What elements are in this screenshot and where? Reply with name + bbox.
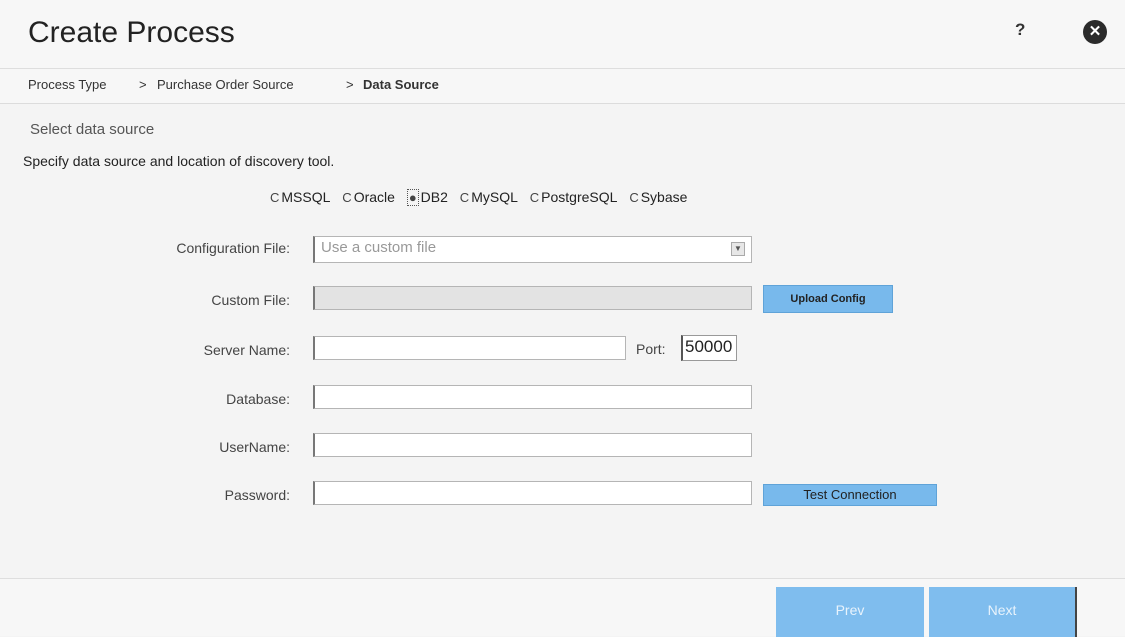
radio-label: MySQL — [471, 189, 518, 205]
radio-label: MSSQL — [281, 189, 331, 205]
breadcrumb-item-purchase-order-source[interactable]: Purchase Order Source — [157, 77, 294, 92]
username-label: UserName: — [219, 439, 290, 455]
radio-label: PostgreSQL — [541, 189, 618, 205]
port-input[interactable]: 50000 — [681, 335, 737, 361]
radio-circle-icon: C — [342, 190, 352, 205]
prev-button[interactable]: Prev — [776, 587, 924, 637]
password-input[interactable] — [313, 481, 752, 505]
port-label: Port: — [636, 341, 666, 357]
close-icon[interactable]: ✕ — [1083, 20, 1107, 44]
radio-db2[interactable]: ● DB2 — [406, 189, 448, 206]
config-file-select[interactable]: Use a custom file ▼ — [313, 236, 752, 263]
next-button[interactable]: Next — [929, 587, 1077, 637]
radio-circle-icon: C — [629, 190, 639, 205]
radio-label: DB2 — [420, 189, 448, 205]
username-input[interactable] — [313, 433, 752, 457]
breadcrumb-separator: > — [139, 77, 147, 92]
breadcrumb-separator: > — [346, 77, 354, 92]
section-title: Select data source — [30, 121, 155, 138]
instruction-text: Specify data source and location of disc… — [23, 153, 335, 169]
radio-mysql[interactable]: C MySQL — [460, 189, 518, 205]
upload-config-button[interactable]: Upload Config — [763, 285, 893, 313]
radio-oracle[interactable]: C Oracle — [342, 189, 395, 205]
radio-circle-icon: C — [529, 190, 540, 205]
custom-file-label: Custom File: — [211, 292, 290, 308]
radio-label: Sybase — [640, 189, 688, 205]
radio-circle-icon: C — [459, 190, 470, 205]
server-name-input[interactable] — [313, 336, 626, 360]
config-file-label: Configuration File: — [176, 240, 290, 256]
test-connection-button[interactable]: Test Connection — [763, 484, 937, 506]
help-icon[interactable]: ? — [1015, 20, 1025, 40]
config-file-value: Use a custom file — [321, 239, 437, 256]
radio-postgresql[interactable]: C PostgreSQL — [530, 189, 618, 205]
radio-selected-icon: ● — [406, 189, 419, 206]
database-input[interactable] — [313, 385, 752, 409]
radio-sybase[interactable]: C Sybase — [629, 189, 687, 205]
radio-mssql[interactable]: C MSSQL — [270, 189, 330, 205]
radio-label: Oracle — [353, 189, 395, 205]
data-source-radio-group: C MSSQL C Oracle ● DB2 C MySQL C PostgreSQL C… — [270, 189, 695, 206]
breadcrumb-item-data-source: Data Source — [363, 77, 439, 92]
server-name-label: Server Name: — [203, 342, 290, 358]
database-label: Database: — [226, 391, 290, 407]
chevron-down-icon[interactable]: ▼ — [731, 242, 745, 256]
breadcrumb-item-process-type[interactable]: Process Type — [28, 77, 107, 92]
custom-file-input[interactable] — [313, 286, 752, 310]
password-label: Password: — [224, 487, 290, 503]
radio-circle-icon: C — [270, 190, 280, 205]
dialog-title: Create Process — [28, 16, 235, 49]
dialog-header: Create Process ? ✕ — [0, 0, 1125, 69]
dialog-footer: Prev Next — [0, 578, 1125, 637]
breadcrumb: Process Type > Purchase Order Source > D… — [0, 69, 1125, 104]
